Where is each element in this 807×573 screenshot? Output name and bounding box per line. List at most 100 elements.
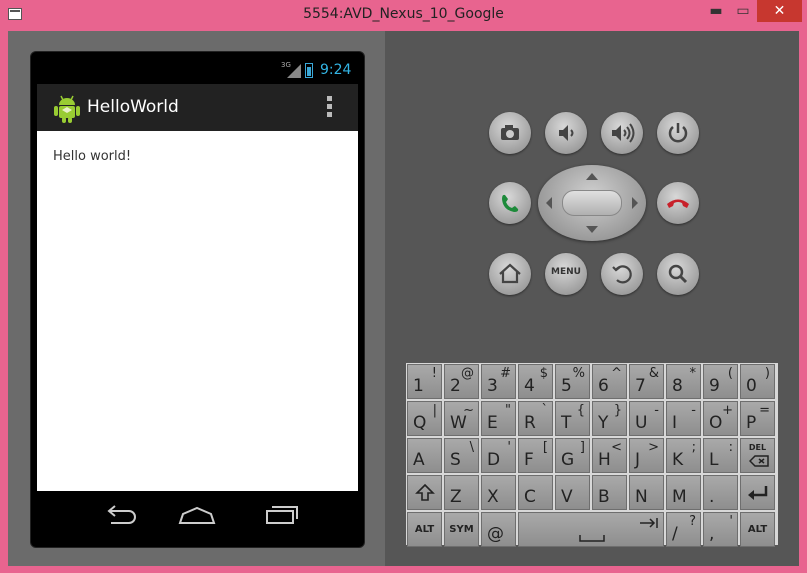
dpad[interactable] xyxy=(538,165,646,241)
key-z[interactable]: Z xyxy=(444,475,479,510)
key-6[interactable]: 6 ^ xyxy=(592,364,627,399)
camera-icon xyxy=(501,125,519,140)
enter-arrow-icon xyxy=(748,486,768,500)
key-space[interactable] xyxy=(518,512,664,547)
key-8[interactable]: 8 * xyxy=(666,364,701,399)
key-4[interactable]: 4 $ xyxy=(518,364,553,399)
key-l[interactable]: L: xyxy=(703,438,738,473)
space-bar-icon xyxy=(579,535,605,542)
menu-button[interactable]: MENU xyxy=(545,253,587,295)
search-icon xyxy=(668,264,688,284)
back-button[interactable] xyxy=(601,253,643,295)
emulator-client-area: 3G 9:24 HelloWorld Hello world! MENU 1 !… xyxy=(8,31,799,566)
status-bar: 3G 9:24 xyxy=(37,56,358,82)
controls-panel: MENU 1! 2 @ 3 # 4 $ 5% 6 ^ 7 & 8 * 9 (0… xyxy=(385,31,799,566)
key-c[interactable]: C xyxy=(518,475,553,510)
key-0[interactable]: 0) xyxy=(740,364,775,399)
volume-up-icon xyxy=(612,123,635,143)
status-time: 9:24 xyxy=(320,62,352,78)
menu-button-label: MENU xyxy=(551,267,581,277)
camera-button[interactable] xyxy=(489,112,531,154)
key-u[interactable]: U- xyxy=(629,401,664,436)
key-alt-left[interactable]: ALT xyxy=(407,512,442,547)
call-button[interactable] xyxy=(489,182,531,224)
key-x[interactable]: X xyxy=(481,475,516,510)
key-r[interactable]: R ` xyxy=(518,401,553,436)
key-3[interactable]: 3 # xyxy=(481,364,516,399)
key-s[interactable]: S \ xyxy=(444,438,479,473)
key-m[interactable]: M xyxy=(666,475,701,510)
end-call-icon xyxy=(667,199,689,208)
emulator-window: 5554:AVD_Nexus_10_Google ▬ ▭ ✕ 3G 9:24 H… xyxy=(0,0,807,573)
key-shift[interactable] xyxy=(407,475,442,510)
signal-icon xyxy=(287,64,301,78)
title-bar: 5554:AVD_Nexus_10_Google ▬ ▭ ✕ xyxy=(0,0,807,30)
navigation-bar xyxy=(37,491,358,541)
device-frame: 3G 9:24 HelloWorld Hello world! xyxy=(30,51,365,548)
shift-arrow-icon xyxy=(415,483,435,501)
key-g[interactable]: G] xyxy=(555,438,590,473)
app-content: Hello world! xyxy=(37,131,358,491)
key-enter[interactable] xyxy=(740,475,775,510)
end-call-button[interactable] xyxy=(657,182,699,224)
key-v[interactable]: V xyxy=(555,475,590,510)
android-logo-icon xyxy=(54,95,80,123)
key-9[interactable]: 9( xyxy=(703,364,738,399)
dpad-center-button[interactable] xyxy=(562,190,622,216)
key-y[interactable]: Y} xyxy=(592,401,627,436)
key-t[interactable]: T{ xyxy=(555,401,590,436)
key-at[interactable]: @ xyxy=(481,512,516,547)
device-panel: 3G 9:24 HelloWorld Hello world! xyxy=(8,31,385,566)
key-comma[interactable]: , ' xyxy=(703,512,738,547)
window-title: 5554:AVD_Nexus_10_Google xyxy=(303,6,504,22)
key-i[interactable]: I- xyxy=(666,401,701,436)
key-h[interactable]: H < xyxy=(592,438,627,473)
back-icon xyxy=(612,265,632,284)
key-5[interactable]: 5% xyxy=(555,364,590,399)
key-d[interactable]: D ' xyxy=(481,438,516,473)
power-button[interactable] xyxy=(657,112,699,154)
key-n[interactable]: N xyxy=(629,475,664,510)
action-bar-title: HelloWorld xyxy=(87,97,179,117)
back-nav-icon[interactable] xyxy=(101,499,141,529)
home-icon xyxy=(499,263,521,284)
call-icon xyxy=(502,194,519,212)
volume-down-icon xyxy=(559,125,574,141)
del-label: DEL xyxy=(748,443,767,452)
home-nav-icon[interactable] xyxy=(177,499,217,529)
key-2[interactable]: 2 @ xyxy=(444,364,479,399)
key-f[interactable]: F[ xyxy=(518,438,553,473)
key-p[interactable]: P = xyxy=(740,401,775,436)
power-icon xyxy=(668,123,688,143)
hello-text: Hello world! xyxy=(53,149,132,164)
key-slash[interactable]: /? xyxy=(666,512,701,547)
key-alt-right[interactable]: ALT xyxy=(740,512,775,547)
hardware-keyboard: 1! 2 @ 3 # 4 $ 5% 6 ^ 7 & 8 * 9( 0) Q | W ~ E " R… xyxy=(406,363,778,547)
key-period[interactable]: . xyxy=(703,475,738,510)
volume-down-button[interactable] xyxy=(545,112,587,154)
key-b[interactable]: B xyxy=(592,475,627,510)
key-e[interactable]: E " xyxy=(481,401,516,436)
key-1[interactable]: 1! xyxy=(407,364,442,399)
home-button[interactable] xyxy=(489,253,531,295)
minimize-button[interactable]: ▬ xyxy=(703,0,729,22)
action-bar: HelloWorld xyxy=(37,84,358,131)
key-j[interactable]: J > xyxy=(629,438,664,473)
key-o[interactable]: O + xyxy=(703,401,738,436)
key-7[interactable]: 7 & xyxy=(629,364,664,399)
overflow-menu-icon[interactable] xyxy=(327,96,333,120)
key-k[interactable]: K; xyxy=(666,438,701,473)
key-q[interactable]: Q | xyxy=(407,401,442,436)
backspace-icon xyxy=(749,455,769,467)
key-sym[interactable]: SYM xyxy=(444,512,479,547)
tab-arrow-icon xyxy=(640,518,658,528)
recent-apps-nav-icon[interactable] xyxy=(259,499,299,529)
volume-up-button[interactable] xyxy=(601,112,643,154)
key-a[interactable]: A xyxy=(407,438,442,473)
battery-icon xyxy=(305,63,313,78)
search-button[interactable] xyxy=(657,253,699,295)
key-w[interactable]: W ~ xyxy=(444,401,479,436)
maximize-button[interactable]: ▭ xyxy=(730,0,756,22)
key-del[interactable]: DEL xyxy=(740,438,775,473)
close-button[interactable]: ✕ xyxy=(757,0,802,22)
